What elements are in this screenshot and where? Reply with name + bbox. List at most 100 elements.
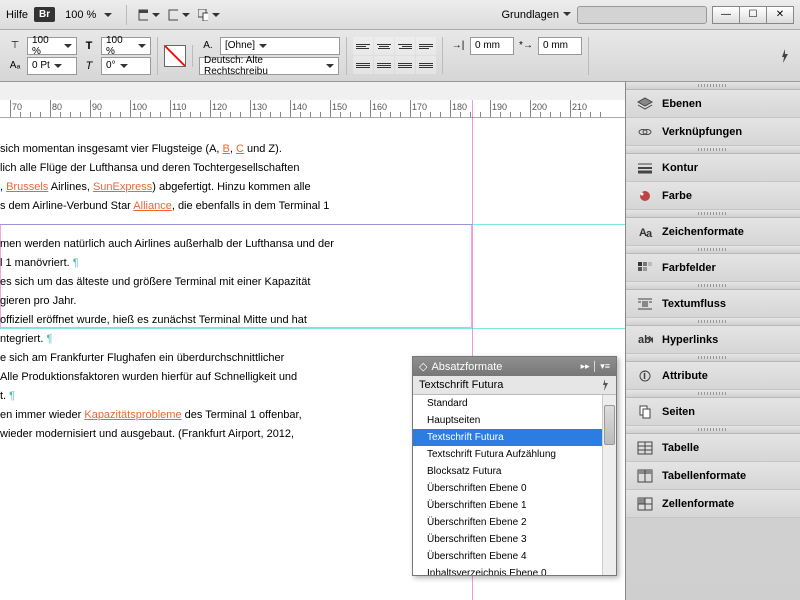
hyperlink-icon: abc	[636, 332, 654, 348]
attributes-icon: i	[636, 368, 654, 384]
panel-grip[interactable]	[626, 146, 800, 154]
align-left-button[interactable]	[353, 37, 373, 55]
current-style-label: Textschrift Futura	[419, 379, 503, 391]
fill-swatch[interactable]	[164, 45, 186, 67]
panel-wrap[interactable]: Textumfluss	[626, 290, 800, 318]
panel-grip[interactable]	[626, 390, 800, 398]
vscale-input[interactable]: 100 %	[101, 37, 151, 55]
style-item[interactable]: Standard	[413, 395, 616, 412]
minimize-button[interactable]: —	[712, 6, 740, 24]
swatches-icon	[636, 260, 654, 276]
justify-center-button[interactable]	[374, 56, 394, 74]
panel-label: Zeichenformate	[662, 226, 744, 238]
panel-layers[interactable]: Ebenen	[626, 90, 800, 118]
panel-color[interactable]: Farbe	[626, 182, 800, 210]
panel-grip[interactable]	[626, 426, 800, 434]
layers-icon	[636, 96, 654, 112]
align-center-button[interactable]	[374, 37, 394, 55]
baseline-input[interactable]: 0 Pt	[27, 57, 77, 75]
panel-title: Absatzformate	[431, 361, 502, 373]
help-menu[interactable]: Hilfe	[6, 9, 28, 21]
panel-hyperlink[interactable]: abcHyperlinks	[626, 326, 800, 354]
panel-grip[interactable]	[626, 282, 800, 290]
style-item[interactable]: Hauptseiten	[413, 412, 616, 429]
panel-grip[interactable]	[626, 210, 800, 218]
style-item[interactable]: Überschriften Ebene 0	[413, 480, 616, 497]
charstyle-dropdown[interactable]: [Ohne]	[220, 37, 340, 55]
panel-charstyle[interactable]: Aa Zeichenformate	[626, 218, 800, 246]
workspace-dropdown[interactable]: Grundlagen	[502, 9, 572, 21]
control-panel: ⊤ 100 % T 100 % Aₐ 0 Pt T 0° A. [Ohne] D…	[0, 30, 800, 82]
skew-icon: T	[80, 57, 98, 75]
indent-first-input[interactable]: 0 mm	[538, 37, 582, 55]
skew-input[interactable]: 0°	[101, 57, 151, 75]
arrange-icon[interactable]	[197, 4, 221, 26]
quick-apply-icon[interactable]	[776, 47, 794, 65]
style-item[interactable]: Überschriften Ebene 3	[413, 531, 616, 548]
panel-attributes[interactable]: iAttribute	[626, 362, 800, 390]
panel-label: Seiten	[662, 406, 695, 418]
language-dropdown[interactable]: Deutsch: Alte Rechtschreibu	[199, 57, 339, 75]
panel-label: Zellenformate	[662, 498, 734, 510]
search-input[interactable]	[577, 6, 707, 24]
panel-table[interactable]: Tabelle	[626, 434, 800, 462]
table-icon	[636, 440, 654, 456]
bridge-button[interactable]: Br	[34, 7, 55, 22]
panel-pages[interactable]: Seiten	[626, 398, 800, 426]
panel-grip[interactable]	[626, 82, 800, 90]
panel-grip[interactable]	[626, 246, 800, 254]
panel-label: Tabellenformate	[662, 470, 746, 482]
collapse-icon[interactable]: ◇	[419, 360, 427, 373]
svg-text:a: a	[646, 228, 653, 239]
current-style-row: Textschrift Futura	[413, 376, 616, 395]
tablestyle-icon	[636, 468, 654, 484]
wrap-icon	[636, 296, 654, 312]
style-item[interactable]: Textschrift Futura	[413, 429, 616, 446]
panel-stroke[interactable]: Kontur	[626, 154, 800, 182]
style-list: StandardHauptseitenTextschrift FuturaTex…	[413, 395, 616, 575]
charstyle-icon: Aa	[636, 224, 654, 240]
scroll-thumb[interactable]	[604, 405, 615, 445]
zoom-dropdown[interactable]: 100 %	[61, 7, 116, 23]
justify-all-button[interactable]	[416, 56, 436, 74]
svg-text:i: i	[643, 370, 646, 382]
hscale-input[interactable]: 100 %	[27, 37, 77, 55]
panel-label: Textumfluss	[662, 298, 726, 310]
style-item[interactable]: Überschriften Ebene 1	[413, 497, 616, 514]
panel-links[interactable]: Verknüpfungen	[626, 118, 800, 146]
panel-cellstyle[interactable]: Zellenformate	[626, 490, 800, 518]
panel-swatches[interactable]: Farbfelder	[626, 254, 800, 282]
panel-header[interactable]: ◇ Absatzformate ▸▸ │ ▾≡	[413, 357, 616, 376]
style-item[interactable]: Überschriften Ebene 4	[413, 548, 616, 565]
panel-label: Kontur	[662, 162, 698, 174]
panel-label: Farbe	[662, 190, 692, 202]
maximize-button[interactable]: ☐	[739, 6, 767, 24]
baseline-icon: Aₐ	[6, 57, 24, 75]
pages-icon	[636, 404, 654, 420]
style-item[interactable]: Überschriften Ebene 2	[413, 514, 616, 531]
quick-apply-icon[interactable]	[601, 379, 610, 391]
panel-grip[interactable]	[626, 318, 800, 326]
panel-label: Ebenen	[662, 98, 702, 110]
justify-button[interactable]	[416, 37, 436, 55]
separator	[126, 5, 127, 25]
indent-left-input[interactable]: 0 mm	[470, 37, 514, 55]
indent-left-icon: →|	[449, 37, 467, 55]
stroke-icon	[636, 160, 654, 176]
screen-mode-icon[interactable]	[167, 4, 191, 26]
view-options-icon[interactable]	[137, 4, 161, 26]
style-item[interactable]: Inhaltsverzeichnis Ebene 0	[413, 565, 616, 575]
scrollbar[interactable]	[602, 395, 616, 575]
close-button[interactable]: ✕	[766, 6, 794, 24]
panel-tablestyle[interactable]: Tabellenformate	[626, 462, 800, 490]
panel-label: Verknüpfungen	[662, 126, 742, 138]
color-icon	[636, 188, 654, 204]
horizontal-ruler[interactable]: 7080901001101201301401501601701801902002…	[0, 100, 625, 118]
panel-grip[interactable]	[626, 354, 800, 362]
align-right-button[interactable]	[395, 37, 415, 55]
style-item[interactable]: Textschrift Futura Aufzählung	[413, 446, 616, 463]
justify-right-button[interactable]	[395, 56, 415, 74]
hscale-icon: ⊤	[6, 37, 24, 55]
justify-left-button[interactable]	[353, 56, 373, 74]
style-item[interactable]: Blocksatz Futura	[413, 463, 616, 480]
